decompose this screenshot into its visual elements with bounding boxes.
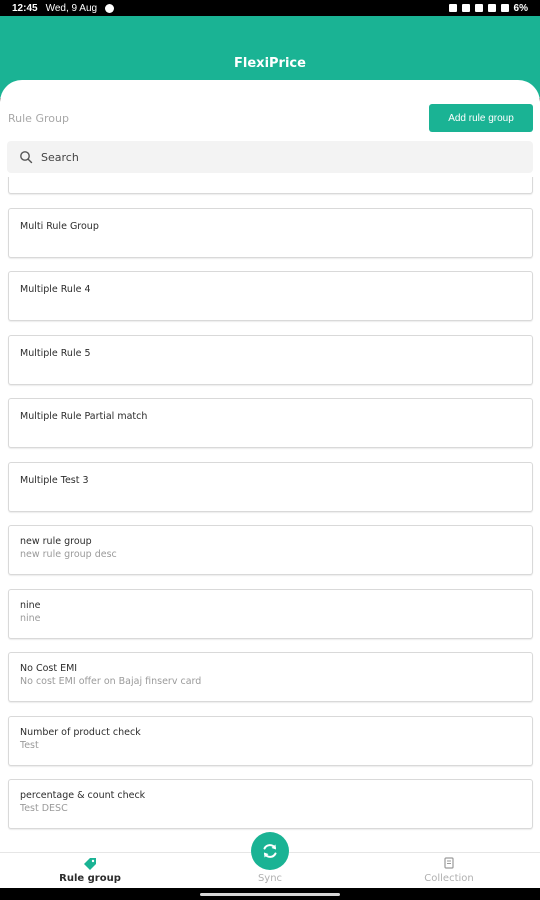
signal-icon (500, 4, 509, 12)
wifi-icon (487, 4, 496, 12)
header-row: Rule Group Add rule group (0, 104, 540, 134)
tag-icon (84, 858, 96, 870)
item-title: new rule group (20, 536, 92, 547)
search-icon (20, 151, 33, 164)
item-title: Multiple Rule Partial match (20, 411, 148, 422)
list-item[interactable]: nine nine (8, 588, 533, 639)
nav-rule-group[interactable]: Rule group (40, 853, 140, 889)
search-input[interactable] (41, 150, 501, 164)
item-title: nine (20, 599, 41, 611)
mute-icon (474, 4, 483, 12)
app-title: FlexiPrice (234, 56, 306, 71)
item-title: No Cost EMI (20, 663, 78, 674)
list-item[interactable]: new rule group new rule group desc (8, 525, 533, 575)
gesture-handle[interactable] (200, 893, 340, 896)
item-title: Multiple Test 3 (20, 474, 89, 486)
list-item[interactable]: No Cost EMI No cost EMI offer on Bajaj fi… (8, 652, 533, 702)
item-title: Multiple Rule 4 (20, 284, 91, 295)
list-item[interactable]: Multiple Rule Partial match (8, 398, 533, 448)
notification-icon (105, 3, 115, 13)
item-title: Number of product check (20, 726, 141, 738)
sync-icon (263, 844, 277, 858)
status-time: 12:45 (12, 2, 38, 14)
battery-level: 6% (513, 2, 528, 14)
status-date: Wed, 9 Aug (45, 2, 98, 14)
status-bar: 12:45 Wed, 9 Aug 6% (0, 0, 540, 16)
nav-sync-label: Sync (257, 873, 283, 884)
item-description: No cost EMI offer on Bajaj finserv card (20, 676, 202, 687)
lock-icon (448, 4, 457, 12)
list-item[interactable]: percentage & count check Test DESC (8, 779, 533, 829)
content-sheet: Rule Group Add rule group More than 3 Mul… (0, 80, 540, 852)
item-description: nine (20, 612, 41, 624)
search-bar[interactable] (7, 141, 533, 173)
item-title: Multiple Rule 5 (20, 347, 91, 359)
list-item[interactable]: Multiple Test 3 (8, 461, 533, 512)
section-label: Rule Group (8, 112, 69, 125)
list-item[interactable]: More than 3 (8, 177, 533, 194)
collection-icon (444, 857, 454, 869)
nav-rule-group-label: Rule group (59, 873, 121, 884)
item-description: Test DESC (20, 803, 68, 814)
item-title: percentage & count check (20, 790, 146, 801)
list-item[interactable]: Multiple Rule 4 (8, 271, 533, 321)
sync-button[interactable] (251, 832, 289, 870)
item-title: Multi Rule Group (20, 220, 99, 232)
rule-group-list[interactable]: More than 3 Multi Rule Group Multiple Rule… (0, 177, 540, 852)
item-description: new rule group desc (20, 549, 117, 560)
list-item[interactable]: Multiple Rule 5 (8, 334, 533, 385)
item-description: Test (20, 739, 39, 751)
nav-collection[interactable]: Collection (399, 853, 499, 889)
list-item[interactable]: Number of product check Test (8, 715, 533, 766)
list-item[interactable]: Multi Rule Group (8, 207, 533, 258)
nav-collection-label: Collection (424, 873, 474, 884)
add-rule-group-button[interactable]: Add rule group (429, 104, 533, 132)
alarm-icon (461, 4, 470, 12)
